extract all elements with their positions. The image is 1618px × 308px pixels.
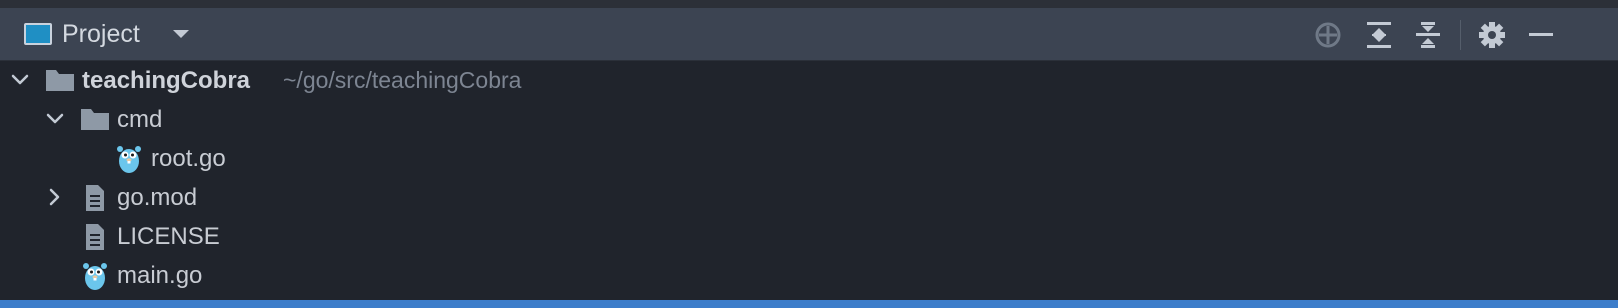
tree-row-cmd[interactable]: cmd [0,100,1618,139]
gopher-icon [83,261,107,291]
tree-row-go-mod[interactable]: go.mod [0,178,1618,217]
toolbar-separator [1460,20,1461,50]
tree-row-main-go[interactable]: main.go [0,256,1618,295]
gear-icon[interactable] [1475,18,1509,52]
collapse-all-icon[interactable] [1411,18,1445,52]
expand-all-icon[interactable] [1362,18,1396,52]
file-icon [85,223,105,251]
tree-row-teachingcobra[interactable]: teachingCobra ~/go/src/teachingCobra [0,61,1618,100]
gopher-icon [117,144,141,174]
tree-node-label: LICENSE [117,223,220,250]
tree-node-path: ~/go/src/teachingCobra [283,67,522,93]
project-tool-window: Project teachingCobra ~/go/src/teachingC… [0,0,1618,308]
folder-icon [80,107,110,131]
tool-window-title: Project [62,20,140,48]
window-top-edge [0,0,1618,8]
tree-node-label: main.go [117,262,203,289]
selection-highlight-bar [0,300,1618,308]
project-tree: teachingCobra ~/go/src/teachingCobra cmd [0,61,1618,295]
crosshair-icon[interactable] [1311,18,1345,52]
chevron-down-icon[interactable] [45,109,65,129]
tree-node-label: cmd [117,106,163,133]
minimize-icon[interactable] [1524,18,1558,52]
chevron-right-icon[interactable] [45,187,65,207]
tree-node-label: teachingCobra [82,67,251,94]
tree-row-root-go[interactable]: root.go [0,139,1618,178]
tool-window-header: Project [0,8,1618,61]
file-icon [85,184,105,212]
tree-node-label: root.go [151,145,226,172]
chevron-down-icon[interactable] [10,70,30,90]
tree-row-license[interactable]: LICENSE [0,217,1618,256]
project-view-selector[interactable]: Project [24,18,192,50]
project-window-icon [24,23,52,45]
chevron-down-icon[interactable] [170,18,192,50]
tree-node-label: go.mod [117,184,198,211]
folder-icon [45,68,75,92]
